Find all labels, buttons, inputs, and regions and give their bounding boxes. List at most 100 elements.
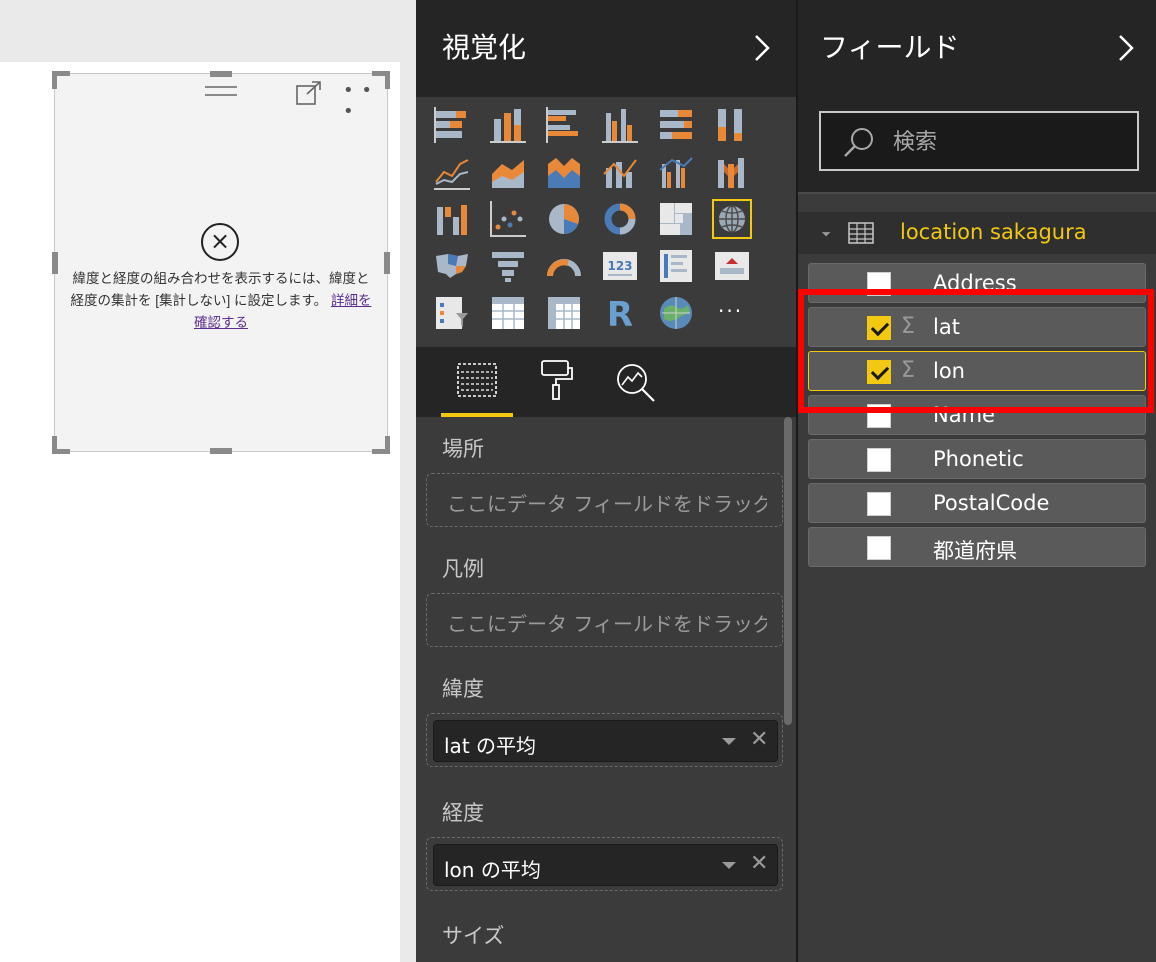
field-item[interactable]: Address xyxy=(808,263,1146,303)
sigma-icon: Σ xyxy=(901,358,915,383)
area-chart-icon[interactable] xyxy=(490,154,526,190)
ribbon-chart-icon[interactable] xyxy=(714,154,750,190)
pie-chart-icon[interactable] xyxy=(546,201,582,237)
clustered-bar-chart-icon[interactable] xyxy=(546,107,582,143)
chevron-right-icon[interactable] xyxy=(752,30,772,66)
field-label: PostalCode xyxy=(933,491,1050,515)
funnel-chart-icon[interactable] xyxy=(490,248,526,284)
field-item[interactable]: 都道府県 xyxy=(808,527,1146,567)
report-canvas: • • • × 緯度と経度の組み合わせを表示するには、緯度と経度の集計を [集計… xyxy=(0,0,416,962)
canvas-topbar xyxy=(0,0,416,62)
wells-scrollbar[interactable] xyxy=(784,417,792,725)
checkbox-icon[interactable] xyxy=(867,272,891,296)
field-wells: 場所 ここにデータ フィールドをドラッグし... 凡例 ここにデータ フィールド… xyxy=(416,417,796,962)
analytics-tab-icon[interactable] xyxy=(600,347,672,417)
well-label-size: サイズ xyxy=(442,924,505,948)
kpi-icon[interactable] xyxy=(714,248,750,284)
field-item[interactable]: Phonetic xyxy=(808,439,1146,479)
resize-handle-left[interactable] xyxy=(52,252,58,274)
longitude-field-pill[interactable]: lon の平均 ✕ xyxy=(433,844,778,886)
field-label: lon xyxy=(933,359,965,383)
clustered-column-chart-icon[interactable] xyxy=(602,107,638,143)
checkbox-icon[interactable] xyxy=(867,448,891,472)
checkbox-checked-icon[interactable] xyxy=(867,360,891,384)
checkbox-checked-icon[interactable] xyxy=(867,316,891,340)
table-icon xyxy=(848,222,874,244)
multi-row-card-icon[interactable] xyxy=(658,248,694,284)
resize-handle-top-left[interactable] xyxy=(52,71,70,89)
100-stacked-column-chart-icon[interactable] xyxy=(714,107,750,143)
close-icon[interactable]: ✕ xyxy=(750,727,768,752)
field-item[interactable]: Σlat xyxy=(808,307,1146,347)
well-label-latitude: 緯度 xyxy=(442,677,484,701)
divider xyxy=(798,192,1156,194)
visualizations-pane: 視覚化 123 R ··· 場所 ここにデータ フィールドをドラッグ 凡例 ここ… xyxy=(416,0,796,962)
treemap-icon[interactable] xyxy=(658,201,694,237)
field-item[interactable]: PostalCode xyxy=(808,483,1146,523)
fields-tab-icon[interactable] xyxy=(441,347,513,417)
drag-grip-icon[interactable] xyxy=(205,86,237,96)
line-chart-icon[interactable] xyxy=(434,154,470,190)
latitude-field-pill[interactable]: lat の平均 ✕ xyxy=(433,720,778,762)
well-drop-latitude[interactable]: lat の平均 ✕ xyxy=(426,713,783,767)
more-visuals-icon[interactable]: ··· xyxy=(718,299,743,323)
well-drop-longitude[interactable]: lon の平均 ✕ xyxy=(426,837,783,891)
resize-handle-bottom-right[interactable] xyxy=(372,436,390,454)
map-visual[interactable]: • • • × 緯度と経度の組み合わせを表示するには、緯度と経度の集計を [集計… xyxy=(52,71,390,454)
fields-pane: フィールド location sakagura AddressΣlatΣlonN… xyxy=(796,0,1156,962)
stacked-column-chart-icon[interactable] xyxy=(490,107,526,143)
resize-handle-top[interactable] xyxy=(210,71,232,77)
map-visual-icon[interactable] xyxy=(712,199,752,239)
svg-text:R: R xyxy=(607,295,633,331)
visualization-gallery: 123 R ··· xyxy=(416,97,796,347)
gauge-icon[interactable] xyxy=(546,248,582,284)
100-stacked-bar-chart-icon[interactable] xyxy=(658,107,694,143)
more-options-icon[interactable]: • • • xyxy=(343,80,387,122)
table-node[interactable]: location sakagura xyxy=(798,212,1156,254)
waterfall-chart-icon[interactable] xyxy=(434,201,470,237)
filled-map-icon[interactable] xyxy=(434,248,470,284)
arcgis-map-icon[interactable] xyxy=(658,295,694,331)
sigma-icon: Σ xyxy=(901,314,915,339)
longitude-field-label: lon の平均 xyxy=(444,858,541,882)
resize-handle-bottom[interactable] xyxy=(210,448,232,454)
matrix-icon[interactable] xyxy=(546,295,582,331)
r-script-visual-icon[interactable]: R xyxy=(602,295,638,331)
collapse-triangle-icon[interactable] xyxy=(817,223,831,237)
card-icon[interactable]: 123 xyxy=(602,248,638,284)
line-and-clustered-column-chart-icon[interactable] xyxy=(658,154,694,190)
well-label-location: 場所 xyxy=(442,437,484,461)
well-placeholder: ここにデータ フィールドをドラッグし... xyxy=(447,492,767,516)
resize-handle-right[interactable] xyxy=(384,252,390,274)
donut-chart-icon[interactable] xyxy=(602,201,638,237)
resize-handle-bottom-left[interactable] xyxy=(52,436,70,454)
chevron-right-icon[interactable] xyxy=(1116,30,1136,66)
field-item[interactable]: Σlon xyxy=(808,351,1146,391)
fields-search-area xyxy=(798,97,1156,194)
stacked-bar-chart-icon[interactable] xyxy=(434,107,470,143)
close-icon[interactable]: ✕ xyxy=(750,851,768,876)
visualizations-header: 視覚化 xyxy=(416,0,796,97)
chevron-down-icon[interactable] xyxy=(722,862,736,869)
fields-title: フィールド xyxy=(820,31,960,64)
search-input[interactable] xyxy=(893,127,1123,157)
well-drop-location[interactable]: ここにデータ フィールドをドラッグし... xyxy=(426,473,783,527)
checkbox-icon[interactable] xyxy=(867,492,891,516)
checkbox-icon[interactable] xyxy=(867,404,891,428)
line-and-stacked-column-chart-icon[interactable] xyxy=(602,154,638,190)
format-tab-icon[interactable] xyxy=(520,347,592,417)
fields-search-box[interactable] xyxy=(819,111,1139,171)
scatter-chart-icon[interactable] xyxy=(490,201,526,237)
field-label: Phonetic xyxy=(933,447,1024,471)
slicer-icon[interactable] xyxy=(434,295,470,331)
stacked-area-chart-icon[interactable] xyxy=(546,154,582,190)
field-item[interactable]: Name xyxy=(808,395,1146,435)
checkbox-icon[interactable] xyxy=(867,536,891,560)
visualizations-tabs xyxy=(416,347,796,417)
focus-mode-icon[interactable] xyxy=(296,81,322,105)
table-icon[interactable] xyxy=(490,295,526,331)
well-drop-legend[interactable]: ここにデータ フィールドをドラッグし... xyxy=(426,593,783,647)
error-icon: × xyxy=(201,223,239,261)
well-label-legend: 凡例 xyxy=(442,557,484,581)
chevron-down-icon[interactable] xyxy=(722,738,736,745)
